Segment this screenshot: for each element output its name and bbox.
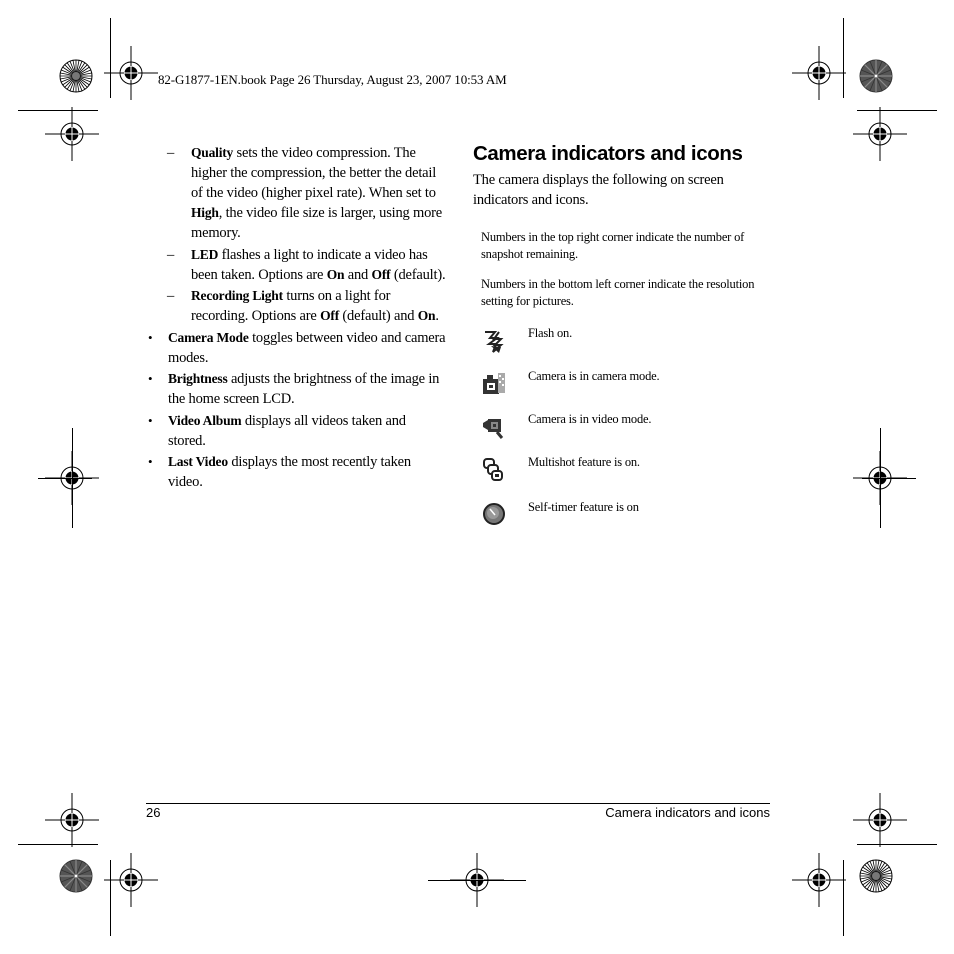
registration-mark-icon [104, 853, 158, 907]
registration-mark-icon [45, 793, 99, 847]
starburst-mark-icon [59, 859, 93, 893]
flash-icon [485, 331, 504, 353]
option-description: (default) and [339, 308, 418, 324]
video-mode-icon [483, 419, 504, 439]
bullet-list: • Camera Mode toggles between video and c… [146, 328, 446, 493]
starburst-mark-icon [859, 59, 893, 93]
page-number: 26 [146, 805, 161, 820]
camera-mode-icon [483, 373, 505, 394]
left-column: – Quality sets the video compression. The… [146, 143, 446, 494]
print-slug-line: 82-G1877-1EN.book Page 26 Thursday, Augu… [158, 72, 507, 87]
bullet-item: • Camera Mode toggles between video and c… [146, 328, 446, 368]
note-bottom-left-numbers: Numbers in the bottom left corner indica… [481, 277, 755, 308]
note-top-right-numbers: Numbers in the top right corner indicate… [481, 230, 745, 261]
intro-paragraph: The camera displays the following on scr… [473, 172, 724, 208]
running-footer-title: Camera indicators and icons [605, 805, 770, 820]
option-term: Last Video [168, 454, 228, 469]
sub-option-item: – LED flashes a light to indicate a video… [146, 245, 446, 285]
bullet-item: • Last Video displays the most recently t… [146, 452, 446, 492]
icon-description: Multishot feature is on. [528, 455, 640, 469]
bullet-marker: • [148, 371, 153, 386]
option-term: Brightness [168, 371, 228, 386]
bullet-marker: • [148, 329, 153, 345]
option-term: On [417, 308, 436, 323]
option-term: Quality [191, 145, 234, 160]
dash-marker: – [167, 246, 175, 263]
option-description: , the video file size is larger, using m… [191, 205, 443, 241]
sub-option-item: – Recording Light turns on a light for re… [146, 286, 446, 326]
option-description: (default). [390, 266, 446, 283]
option-description: . [435, 308, 439, 324]
sub-option-item: – Quality sets the video compression. The… [146, 143, 446, 243]
sub-option-list: – Quality sets the video compression. The… [146, 143, 446, 326]
option-term: Off [371, 266, 391, 282]
option-term: Video Album [168, 412, 242, 428]
starburst-mark-icon [59, 59, 93, 93]
registration-mark-icon [45, 107, 99, 161]
icon-description: Self-timer feature is on [528, 500, 639, 514]
crop-line [862, 478, 916, 479]
section-heading: Camera indicators and icons [473, 142, 743, 165]
option-term: Off [320, 308, 339, 323]
option-description: and [344, 266, 372, 283]
bullet-marker: • [148, 412, 153, 428]
self-timer-icon [483, 503, 505, 525]
registration-mark-icon [104, 46, 158, 100]
bullet-marker: • [148, 454, 153, 469]
footer-rule [146, 803, 770, 804]
option-term: High [191, 205, 219, 220]
icon-description: Camera is in camera mode. [528, 369, 660, 383]
icon-description: Camera is in video mode. [528, 412, 652, 426]
registration-mark-icon [853, 107, 907, 161]
crop-line [38, 478, 92, 479]
starburst-mark-icon [859, 859, 893, 893]
crop-line [428, 880, 526, 881]
bullet-item: • Brightness adjusts the brightness of th… [146, 369, 446, 409]
option-term: On [326, 266, 345, 282]
dash-marker: – [167, 145, 175, 161]
registration-mark-icon [792, 46, 846, 100]
dash-marker: – [167, 288, 175, 304]
bullet-item: • Video Album displays all videos taken a… [146, 411, 446, 451]
option-term: Camera Mode [168, 329, 249, 345]
option-term: LED [191, 246, 219, 262]
multishot-icon [483, 458, 503, 481]
registration-mark-icon [792, 853, 846, 907]
registration-mark-icon [853, 793, 907, 847]
option-term: Recording Light [191, 288, 283, 303]
icon-description: Flash on. [528, 326, 573, 340]
